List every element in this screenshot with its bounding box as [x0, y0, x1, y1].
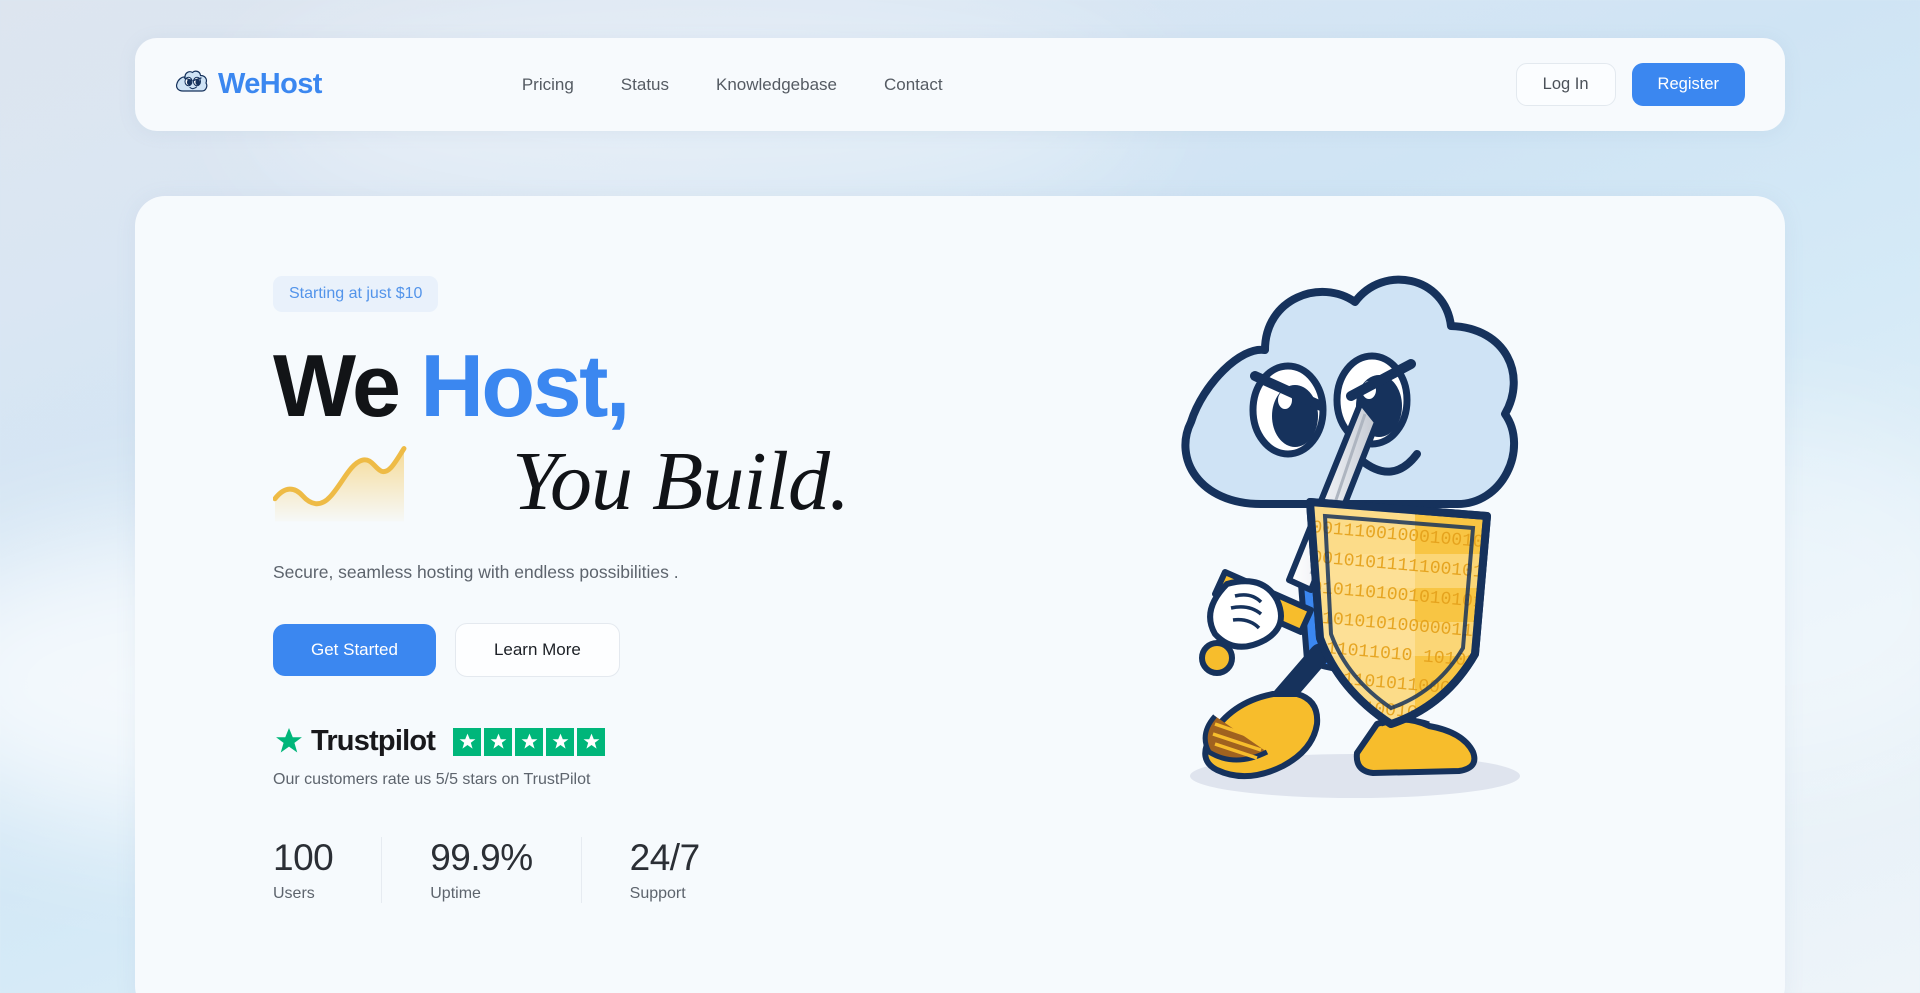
- learn-more-button[interactable]: Learn More: [454, 623, 620, 678]
- login-button[interactable]: Log In: [1515, 63, 1616, 106]
- stats-row: 100 Users 99.9% Uptime 24/7 Support: [273, 837, 1093, 903]
- headline-line-2: You Build.: [273, 440, 1093, 524]
- headline-line-1: We Host,: [273, 339, 1093, 432]
- hero-headline: We Host, You Build.: [273, 339, 1093, 524]
- nav-link-knowledgebase[interactable]: Knowledgebase: [716, 75, 837, 95]
- hero-section: Starting at just $10 We Host, You Build.…: [135, 196, 1785, 993]
- stat-value: 100: [273, 837, 334, 879]
- star-filled: [577, 727, 606, 756]
- trustpilot-block: Trustpilot Our customers rate us 5/5 sta…: [273, 725, 1093, 789]
- headline-we: We: [273, 336, 401, 435]
- stat-value: 24/7: [629, 837, 701, 879]
- hand-glove: [1207, 578, 1284, 650]
- nav-link-pricing[interactable]: Pricing: [522, 75, 574, 95]
- nav-link-contact[interactable]: Contact: [884, 75, 943, 95]
- stat-users: 100 Users: [273, 837, 381, 903]
- sword-pommel: [1199, 640, 1235, 676]
- star-filled: [515, 727, 544, 756]
- hero-content: Starting at just $10 We Host, You Build.…: [273, 276, 1093, 903]
- trustpilot-stars: [453, 727, 606, 756]
- trustpilot-wordmark: Trustpilot: [311, 725, 436, 758]
- cloud-knight-mascot-illustration: 0011100100010010 0010101111100101010 010…: [1115, 254, 1575, 824]
- brand-logo[interactable]: WeHost: [175, 68, 322, 101]
- star-filled: [484, 727, 513, 756]
- stat-label: Uptime: [430, 884, 481, 902]
- stat-label: Support: [629, 884, 686, 902]
- trustpilot-note: Our customers rate us 5/5 stars on Trust…: [273, 771, 591, 789]
- trustpilot-star-icon: [276, 728, 302, 753]
- hero-cta-row: Get Started Learn More: [273, 623, 1093, 678]
- site-header: WeHost Pricing Status Knowledgebase Cont…: [135, 38, 1785, 131]
- growth-chart-icon: [273, 446, 407, 522]
- stat-support: 24/7 Support: [580, 837, 748, 903]
- headline-host: Host,: [420, 336, 630, 435]
- star-filled: [453, 727, 482, 756]
- star-filled: [546, 727, 575, 756]
- auth-actions: Log In Register: [1515, 63, 1745, 106]
- headline-you-build: You Build.: [512, 435, 850, 529]
- nav-link-status[interactable]: Status: [621, 75, 669, 95]
- stat-label: Users: [273, 884, 315, 902]
- stat-uptime: 99.9% Uptime: [381, 837, 580, 903]
- cloud-mascot-icon: [176, 70, 208, 92]
- get-started-button[interactable]: Get Started: [273, 624, 436, 677]
- trustpilot-rating: Trustpilot: [273, 725, 1093, 758]
- pricing-badge[interactable]: Starting at just $10: [273, 276, 439, 312]
- brand-name: WeHost: [218, 68, 322, 100]
- main-nav: Pricing Status Knowledgebase Contact: [522, 75, 943, 95]
- stat-value: 99.9%: [430, 837, 533, 879]
- hero-subtitle: Secure, seamless hosting with endless po…: [273, 562, 679, 583]
- trustpilot-logo[interactable]: Trustpilot: [273, 725, 436, 758]
- register-button[interactable]: Register: [1631, 63, 1745, 106]
